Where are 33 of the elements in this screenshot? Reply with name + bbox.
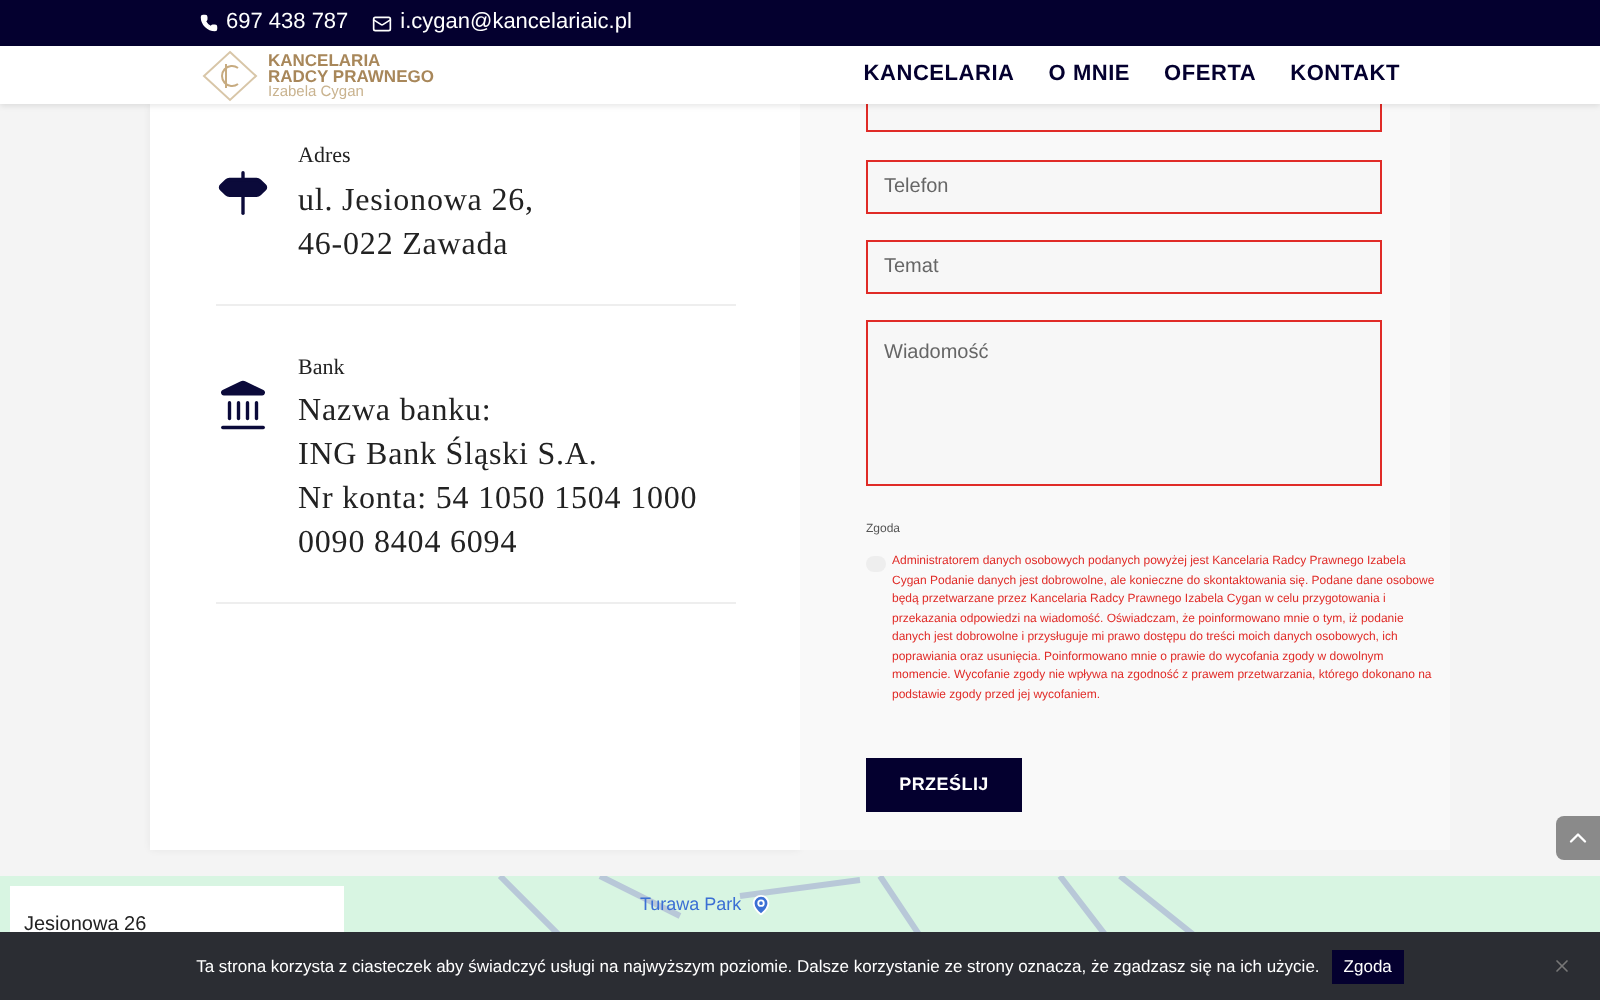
contact-line: ING Bank Śląski S.A.: [298, 434, 600, 476]
map[interactable]: Jesionowa 26 Turawa Park: [0, 876, 1600, 932]
contact-line: 46-022 Zawada: [298, 225, 511, 265]
phone-icon: [200, 14, 218, 32]
cookie-text: Ta strona korzysta z ciasteczek aby świadczyć usługi na najwyższym poziomie. Dalsze korzystanie ze strony oznacza, że zgadzasz się na ich użycie.: [196, 953, 1320, 979]
nav-link[interactable]: KONTAKT: [1290, 58, 1400, 92]
signpost-icon: [216, 166, 270, 220]
scroll-top-button[interactable]: [1556, 816, 1600, 860]
nav-link[interactable]: KANCELARIA: [863, 58, 1015, 92]
contact-label: Bank: [298, 353, 347, 383]
input-field[interactable]: Telefon: [866, 160, 1382, 214]
message-field[interactable]: Wiadomość: [866, 320, 1382, 486]
map-poi-label: Turawa Park: [640, 892, 742, 918]
phone-link[interactable]: 697 438 787: [200, 6, 349, 40]
nav-link[interactable]: O MNIE: [1048, 58, 1131, 92]
contact-line: Nazwa banku:: [298, 392, 494, 432]
mail-icon: [372, 13, 393, 33]
bank-icon: [216, 377, 270, 431]
contact-line: Nr konta: 54 1050 1504 1000: [298, 480, 698, 520]
submit-button[interactable]: PRZEŚLIJ: [866, 758, 1022, 812]
logo-subtitle: RADCY PRAWNEGO: [268, 67, 434, 83]
place-name: Jesionowa 26: [24, 914, 147, 932]
accept-button[interactable]: Zgoda: [1331, 949, 1404, 983]
logo-mark-icon: [200, 49, 260, 101]
nav-link[interactable]: OFERTA: [1164, 58, 1257, 92]
input-field[interactable]: Temat: [866, 240, 1382, 294]
contact-line: ul. Jesionowa 26,: [298, 181, 534, 221]
logo-title: KANCELARIA: [268, 51, 383, 67]
email-link[interactable]: i.cygan@kancelariaic.pl: [372, 6, 632, 40]
close-icon[interactable]: [1552, 956, 1572, 976]
contact-label: Adres: [298, 142, 353, 172]
map-pin-icon: [749, 894, 772, 917]
contact-line: 0090 8404 6094: [298, 524, 520, 564]
